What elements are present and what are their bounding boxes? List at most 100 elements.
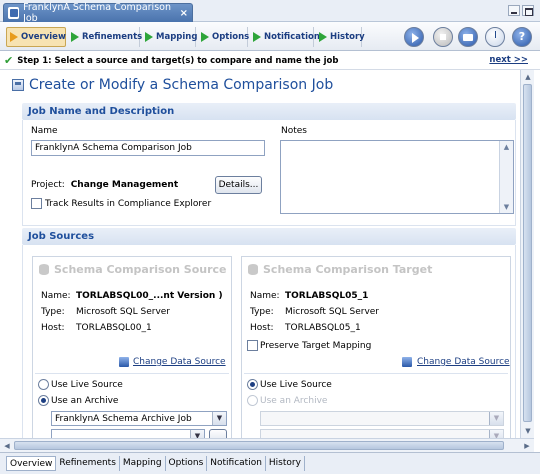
project-value: Change Management	[70, 180, 179, 190]
step-label: Mapping	[156, 32, 198, 42]
source-archive-version-select[interactable]: ▼	[51, 429, 205, 438]
source-archive-selected: FranklynA Schema Archive Job	[55, 414, 192, 424]
step-options[interactable]: Options	[198, 27, 249, 47]
bottom-tab-refinements[interactable]: Refinements	[56, 456, 120, 471]
preserve-target-mapping-checkbox[interactable]	[247, 340, 258, 351]
stop-job-icon[interactable]	[433, 27, 453, 47]
section-header-job-name[interactable]: Job Name and Description	[22, 103, 516, 120]
chevron-down-icon[interactable]: ▼	[489, 412, 503, 425]
target-archive-radio[interactable]	[247, 395, 258, 406]
step-history[interactable]: History	[316, 27, 365, 47]
bottom-tab-mapping[interactable]: Mapping	[120, 456, 166, 471]
scroll-down-icon[interactable]: ▼	[522, 425, 534, 437]
source-live-label: Use Live Source	[51, 380, 123, 390]
target-host-label: Host:	[250, 323, 274, 333]
step-label: Refinements	[82, 32, 143, 42]
minimize-button[interactable]	[508, 5, 520, 16]
scroll-down-icon[interactable]: ▼	[503, 204, 510, 211]
project-label-text: Project:	[31, 180, 65, 190]
details-button[interactable]: Details...	[215, 176, 262, 194]
command-line-icon[interactable]	[458, 27, 478, 47]
chevron-down-icon[interactable]: ▼	[489, 430, 503, 438]
editor-tab-bar: FranklynA Schema Comparison Job ×	[0, 0, 540, 24]
editor-tab-title: FranklynA Schema Comparison Job	[23, 2, 171, 24]
target-name-label: Name:	[250, 291, 280, 301]
step-arrow-icon	[145, 32, 153, 42]
bottom-tab-overview[interactable]: Overview	[6, 456, 57, 471]
source-type-label: Type:	[41, 307, 65, 317]
step-overview[interactable]: Overview	[6, 27, 66, 47]
scroll-up-icon[interactable]: ▲	[503, 144, 510, 151]
preserve-target-mapping-label: Preserve Target Mapping	[260, 341, 372, 351]
notes-label: Notes	[281, 126, 307, 136]
step-mapping[interactable]: Mapping	[142, 27, 198, 47]
source-archive-radio[interactable]	[38, 395, 49, 406]
bottom-tab-history[interactable]: History	[266, 456, 305, 471]
target-title-text: Schema Comparison Target	[263, 263, 433, 276]
scroll-right-icon[interactable]: ▶	[521, 440, 533, 452]
archive-browse-button[interactable]	[209, 429, 227, 438]
chevron-down-icon[interactable]: ▼	[190, 430, 204, 438]
step-arrow-icon	[10, 32, 18, 42]
bottom-tab-options[interactable]: Options	[166, 456, 208, 471]
source-live-radio[interactable]	[38, 379, 49, 390]
source-name-label: Name:	[41, 291, 71, 301]
step-arrow-icon	[253, 32, 261, 42]
source-panel: Schema Comparison Source Name: TORLABSQL…	[32, 256, 232, 438]
step-arrow-icon	[319, 32, 327, 42]
step-arrow-icon	[201, 32, 209, 42]
target-archive-label: Use an Archive	[260, 396, 328, 406]
source-archive-select[interactable]: FranklynA Schema Archive Job ▼	[51, 411, 227, 426]
job-icon	[12, 79, 24, 91]
step-info-bar: ✔ Step 1: Select a source and target(s) …	[0, 52, 540, 70]
vertical-scrollbar[interactable]: ▲ ▼	[520, 70, 534, 438]
source-title-text: Schema Comparison Source	[54, 263, 227, 276]
maximize-button[interactable]	[522, 5, 534, 16]
page-title: Create or Modify a Schema Comparison Job	[12, 76, 333, 94]
horizontal-scrollbar[interactable]: ◀ ▶	[0, 438, 534, 452]
data-source-icon	[119, 357, 129, 367]
run-job-icon[interactable]	[404, 27, 424, 47]
scroll-thumb[interactable]	[523, 84, 532, 422]
target-archive-select[interactable]: ▼	[260, 411, 504, 426]
next-link[interactable]: next >>	[489, 55, 528, 65]
bottom-tab-notification[interactable]: Notification	[207, 456, 266, 471]
help-icon[interactable]: ?	[512, 27, 532, 47]
database-icon	[39, 264, 49, 275]
step-instruction: Step 1: Select a source and target(s) to…	[17, 55, 339, 66]
bottom-tab-bar: Overview Refinements Mapping Options Not…	[0, 452, 540, 474]
section-header-job-sources[interactable]: Job Sources	[22, 228, 516, 245]
chevron-down-icon[interactable]: ▼	[212, 412, 226, 425]
scroll-thumb[interactable]	[14, 441, 504, 450]
step-label: Overview	[21, 32, 66, 42]
schedule-clock-icon[interactable]	[485, 27, 505, 47]
source-name-value: TORLABSQL00_...nt Version )	[76, 291, 223, 301]
project-label: Project: Change Management	[31, 180, 178, 190]
main-content: Create or Modify a Schema Comparison Job…	[0, 70, 520, 438]
notes-scrollbar[interactable]: ▲ ▼	[499, 141, 513, 213]
track-results-checkbox[interactable]	[31, 198, 42, 209]
close-icon[interactable]: ×	[180, 8, 188, 19]
scroll-up-icon[interactable]: ▲	[522, 71, 534, 83]
database-icon	[248, 264, 258, 275]
target-name-value: TORLABSQL05_1	[285, 291, 369, 301]
step-arrow-icon	[71, 32, 79, 42]
scroll-left-icon[interactable]: ◀	[1, 440, 13, 452]
step-navigation: Overview Refinements Mapping Options Not…	[0, 22, 540, 51]
divider	[244, 373, 508, 374]
job-icon	[8, 7, 20, 19]
editor-tab[interactable]: FranklynA Schema Comparison Job ×	[3, 2, 193, 24]
divider	[35, 373, 229, 374]
source-host-label: Host:	[41, 323, 65, 333]
step-refinements[interactable]: Refinements	[68, 27, 143, 47]
source-change-data-source-link[interactable]: Change Data Source	[133, 357, 226, 367]
target-change-data-source-link[interactable]: Change Data Source	[417, 357, 510, 367]
step-notification[interactable]: Notification	[250, 27, 320, 47]
name-label: Name	[31, 126, 58, 136]
target-archive-version-select[interactable]: ▼	[260, 429, 504, 438]
target-live-radio[interactable]	[247, 379, 258, 390]
page-title-text: Create or Modify a Schema Comparison Job	[29, 77, 334, 93]
target-type-value: Microsoft SQL Server	[285, 307, 380, 317]
job-name-input[interactable]: FranklynA Schema Comparison Job	[31, 140, 265, 156]
notes-textarea[interactable]: ▲ ▼	[280, 140, 514, 214]
